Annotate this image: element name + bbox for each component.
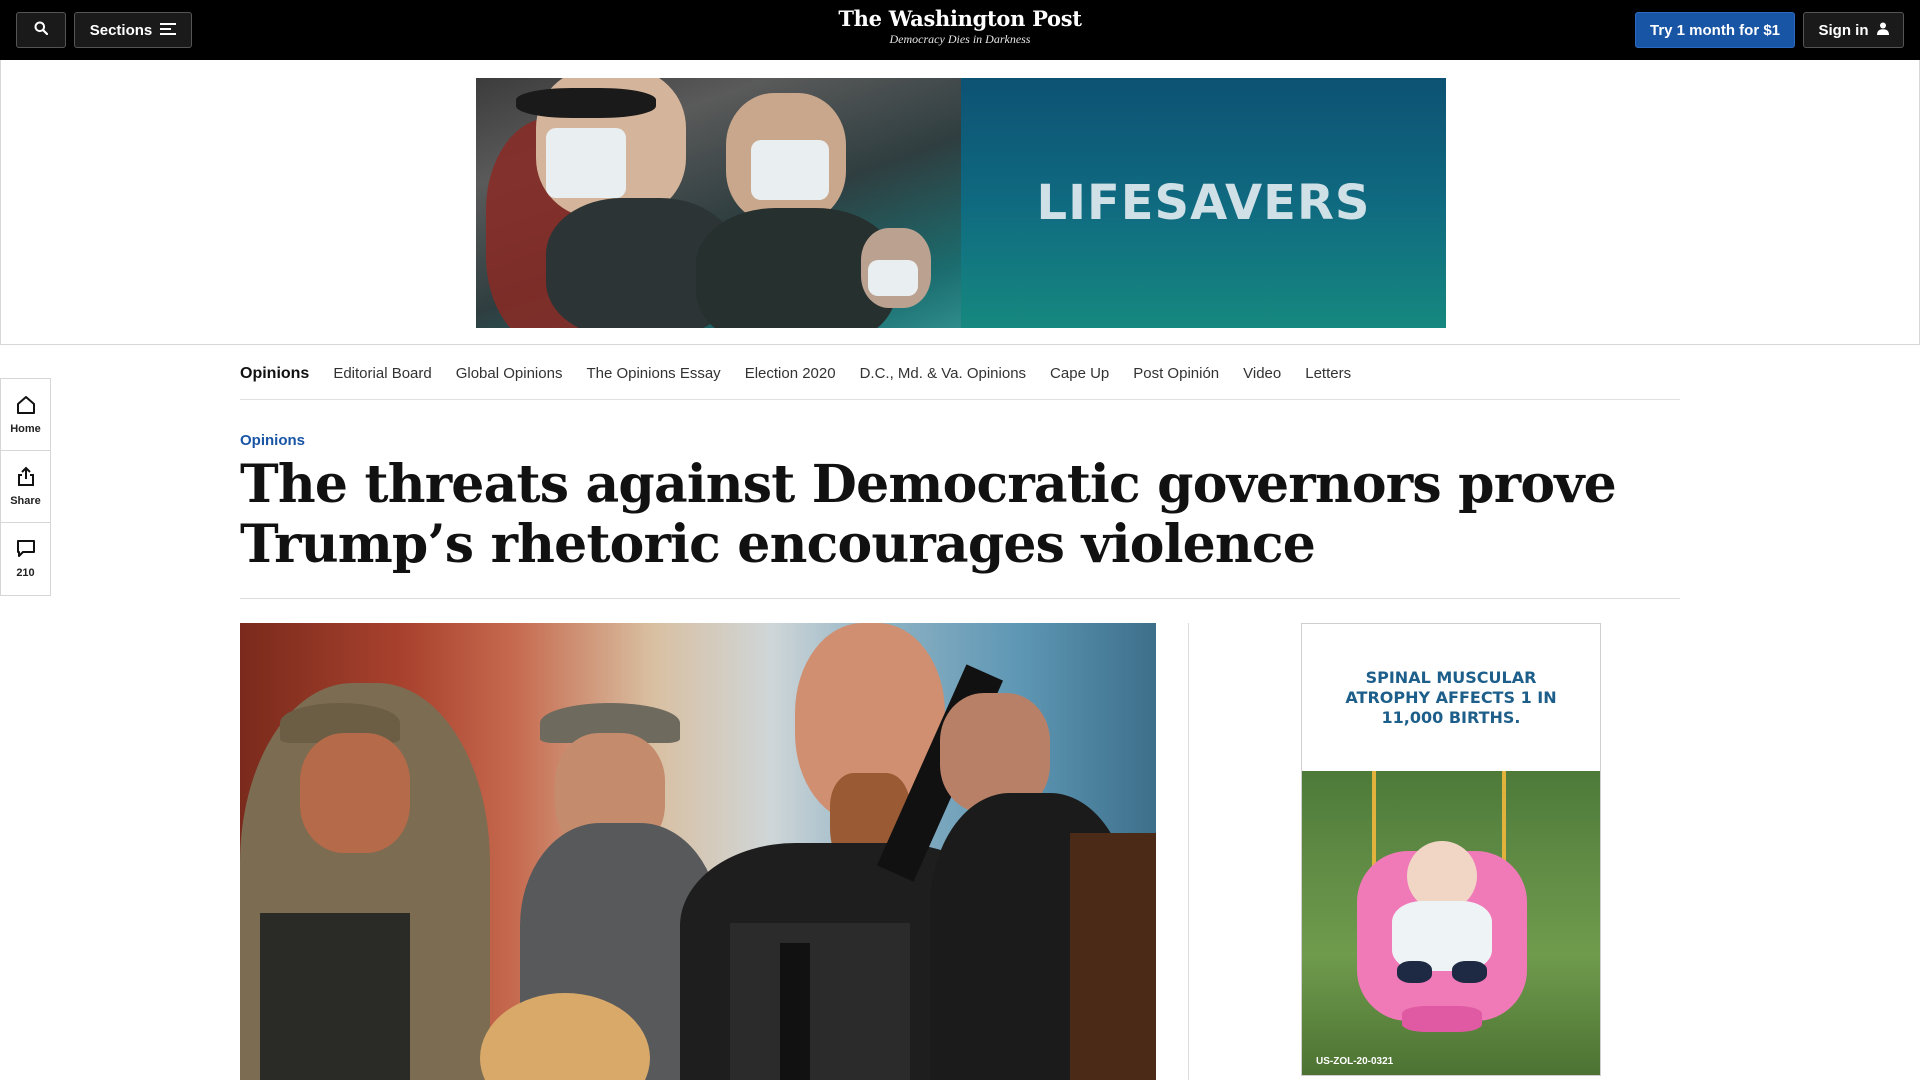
nav-item-editorial-board[interactable]: Editorial Board bbox=[333, 365, 431, 382]
tagline: Democracy Dies in Darkness bbox=[889, 32, 1031, 46]
search-icon bbox=[34, 21, 49, 40]
sign-in-button[interactable]: Sign in bbox=[1803, 12, 1904, 48]
sidebar-ad-code: US-ZOL-20-0321 bbox=[1316, 1056, 1394, 1067]
comments-button[interactable]: 210 bbox=[1, 523, 50, 595]
home-button[interactable]: Home bbox=[1, 379, 50, 451]
sidebar-ad-headline: SPINAL MUSCULAR ATROPHY AFFECTS 1 IN 11,… bbox=[1345, 667, 1557, 727]
logo[interactable]: The Washington Post bbox=[760, 6, 1160, 32]
nav-item-cape-up[interactable]: Cape Up bbox=[1050, 365, 1109, 382]
share-button[interactable]: Share bbox=[1, 451, 50, 523]
comments-count: 210 bbox=[16, 567, 35, 579]
sidebar-ad-photo: US-ZOL-20-0321 bbox=[1302, 771, 1600, 1075]
top-navigation-bar: Sections The Washington Post Democracy D… bbox=[0, 0, 1920, 60]
sidebar-ad[interactable]: SPINAL MUSCULAR ATROPHY AFFECTS 1 IN 11,… bbox=[1301, 623, 1601, 1076]
top-banner-ad[interactable]: LIFESAVERS bbox=[476, 78, 1446, 328]
nav-item-post-opinion[interactable]: Post Opinión bbox=[1133, 365, 1219, 382]
share-label: Share bbox=[10, 495, 41, 507]
opinions-section-nav: Opinions Editorial Board Global Opinions… bbox=[240, 348, 1680, 400]
user-icon bbox=[1876, 22, 1889, 39]
masthead[interactable]: The Washington Post Democracy Dies in Da… bbox=[760, 6, 1160, 46]
nav-item-opinions-essay[interactable]: The Opinions Essay bbox=[586, 365, 720, 382]
left-action-rail: Home Share 210 bbox=[0, 378, 51, 596]
ad-photo bbox=[476, 78, 961, 328]
article-headline: The threats against Democratic governors… bbox=[240, 454, 1617, 575]
menu-lines-icon bbox=[160, 22, 177, 39]
sections-menu-button[interactable]: Sections bbox=[74, 12, 192, 48]
nav-item-global-opinions[interactable]: Global Opinions bbox=[456, 365, 563, 382]
share-icon bbox=[17, 466, 35, 491]
search-button[interactable] bbox=[16, 12, 66, 48]
sign-in-label: Sign in bbox=[1818, 21, 1869, 39]
top-ad-container: LIFESAVERS bbox=[0, 60, 1920, 345]
article-kicker[interactable]: Opinions bbox=[240, 432, 305, 449]
comment-icon bbox=[16, 539, 36, 563]
nav-item-video[interactable]: Video bbox=[1243, 365, 1281, 382]
subscribe-button[interactable]: Try 1 month for $1 bbox=[1635, 12, 1795, 48]
home-label: Home bbox=[10, 422, 41, 435]
lead-photo[interactable] bbox=[240, 623, 1156, 1080]
sections-label: Sections bbox=[89, 21, 153, 39]
headline-divider bbox=[240, 598, 1680, 599]
nav-item-letters[interactable]: Letters bbox=[1305, 365, 1351, 382]
ad-brand-panel: LIFESAVERS bbox=[961, 78, 1446, 328]
column-divider bbox=[1188, 623, 1189, 1080]
nav-item-election-2020[interactable]: Election 2020 bbox=[745, 365, 836, 382]
nav-item-opinions[interactable]: Opinions bbox=[240, 365, 309, 383]
nav-item-dc-md-va-opinions[interactable]: D.C., Md. & Va. Opinions bbox=[860, 365, 1026, 382]
ad-brand-text: LIFESAVERS bbox=[1036, 175, 1371, 231]
home-icon bbox=[16, 395, 36, 419]
